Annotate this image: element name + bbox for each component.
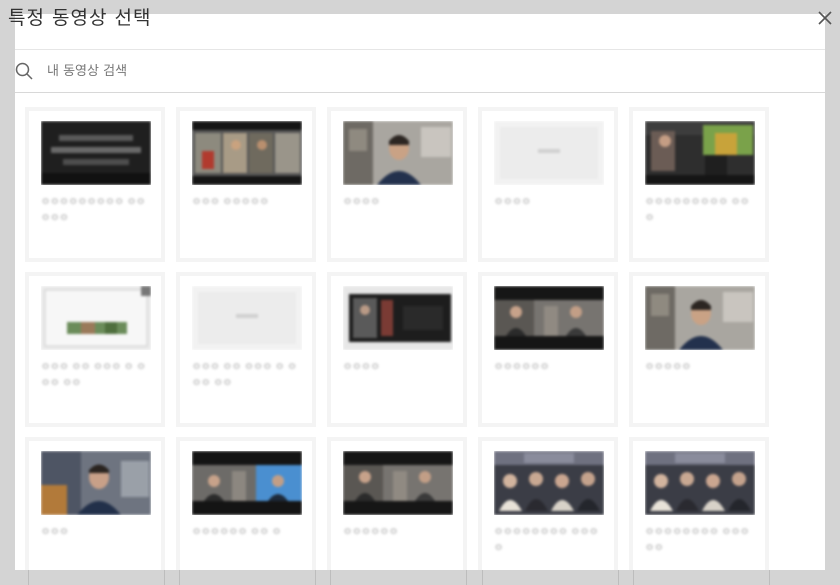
video-title: ㅇㅇㅇㅇㅇㅇ [343, 527, 399, 538]
search-bar [15, 49, 825, 93]
video-title: ㅇㅇㅇㅇ [343, 197, 380, 208]
video-thumbnail [41, 286, 151, 350]
video-card[interactable]: ㅇㅇㅇ ㅇㅇㅇㅇㅇ [176, 107, 316, 262]
video-thumbnail [41, 451, 151, 515]
video-grid: ㅇㅇㅇㅇㅇㅇㅇㅇㅇ ㅇㅇㅇㅇㅇ ㅇㅇㅇ ㅇㅇㅇㅇㅇ ㅇㅇㅇㅇ ㅇㅇㅇㅇ ㅇㅇㅇㅇㅇㅇㅇㅇ… [25, 107, 785, 570]
video-title: ㅇㅇㅇ ㅇㅇ ㅇㅇㅇ ㅇ ㅇㅇㅇ ㅇㅇ [41, 362, 146, 389]
video-card[interactable]: ㅇㅇㅇ ㅇㅇ ㅇㅇㅇ ㅇ ㅇㅇㅇ ㅇㅇ [176, 272, 316, 427]
video-title: ㅇㅇㅇㅇ [494, 197, 531, 208]
video-title: ㅇㅇㅇㅇㅇㅇㅇㅇ ㅇㅇㅇㅇㅇ [645, 527, 750, 554]
video-title: ㅇㅇㅇㅇㅇㅇㅇㅇㅇ ㅇㅇㅇㅇㅇ [41, 197, 146, 224]
video-title: ㅇㅇㅇ [41, 527, 69, 538]
video-thumbnail [645, 121, 755, 185]
video-thumbnail [41, 121, 151, 185]
video-title: ㅇㅇㅇㅇㅇ [645, 362, 691, 373]
video-thumbnail [192, 286, 302, 350]
search-input[interactable] [47, 58, 647, 84]
video-thumbnail [192, 121, 302, 185]
video-card[interactable]: ㅇㅇㅇㅇㅇㅇ ㅇㅇ ㅇ [176, 437, 316, 570]
video-card[interactable]: ㅇㅇㅇㅇㅇㅇㅇㅇㅇ ㅇㅇㅇ [629, 107, 769, 262]
video-thumbnail [494, 121, 604, 185]
video-card[interactable]: ㅇㅇㅇㅇㅇㅇ [478, 272, 618, 427]
video-select-dialog: 특정 동영상 선택 ㅇㅇㅇㅇㅇㅇㅇㅇㅇ ㅇㅇㅇㅇㅇㅇㅇㅇ ㅇㅇㅇㅇㅇㅇㅇㅇㅇㅇㅇ… [8, 7, 832, 570]
video-card[interactable]: ㅇㅇㅇㅇㅇㅇ [327, 437, 467, 570]
video-card[interactable]: ㅇㅇㅇㅇㅇㅇㅇㅇ ㅇㅇㅇㅇ [478, 437, 618, 570]
video-thumbnail [645, 451, 755, 515]
video-card[interactable]: ㅇㅇㅇ [25, 437, 165, 570]
video-thumbnail [494, 286, 604, 350]
video-thumbnail [343, 451, 453, 515]
video-thumbnail [192, 451, 302, 515]
video-card[interactable]: ㅇㅇㅇㅇ [327, 272, 467, 427]
video-card[interactable]: ㅇㅇㅇㅇ [327, 107, 467, 262]
video-title: ㅇㅇㅇㅇㅇㅇㅇㅇㅇ ㅇㅇㅇ [645, 197, 750, 224]
video-title: ㅇㅇㅇㅇㅇㅇ [494, 362, 550, 373]
search-icon [15, 62, 33, 80]
video-title: ㅇㅇㅇㅇㅇㅇㅇㅇ ㅇㅇㅇㅇ [494, 527, 599, 554]
close-button[interactable] [815, 8, 835, 28]
close-icon [818, 11, 832, 25]
video-title: ㅇㅇㅇ ㅇㅇㅇㅇㅇ [192, 197, 269, 208]
video-card[interactable]: ㅇㅇㅇㅇㅇ [629, 272, 769, 427]
video-card[interactable]: ㅇㅇㅇㅇㅇㅇㅇㅇㅇ ㅇㅇㅇㅇㅇ [25, 107, 165, 262]
video-thumbnail [343, 121, 453, 185]
dialog-title: 특정 동영상 선택 [8, 7, 152, 29]
video-title: ㅇㅇㅇㅇ [343, 362, 380, 373]
video-thumbnail [645, 286, 755, 350]
video-thumbnail [343, 286, 453, 350]
video-card[interactable]: ㅇㅇㅇ ㅇㅇ ㅇㅇㅇ ㅇ ㅇㅇㅇ ㅇㅇ [25, 272, 165, 427]
video-card[interactable]: ㅇㅇㅇㅇ [478, 107, 618, 262]
video-title: ㅇㅇㅇ ㅇㅇ ㅇㅇㅇ ㅇ ㅇㅇㅇ ㅇㅇ [192, 362, 297, 389]
video-title: ㅇㅇㅇㅇㅇㅇ ㅇㅇ ㅇ [192, 527, 282, 538]
video-thumbnail [494, 451, 604, 515]
video-card[interactable]: ㅇㅇㅇㅇㅇㅇㅇㅇ ㅇㅇㅇㅇㅇ [629, 437, 769, 570]
